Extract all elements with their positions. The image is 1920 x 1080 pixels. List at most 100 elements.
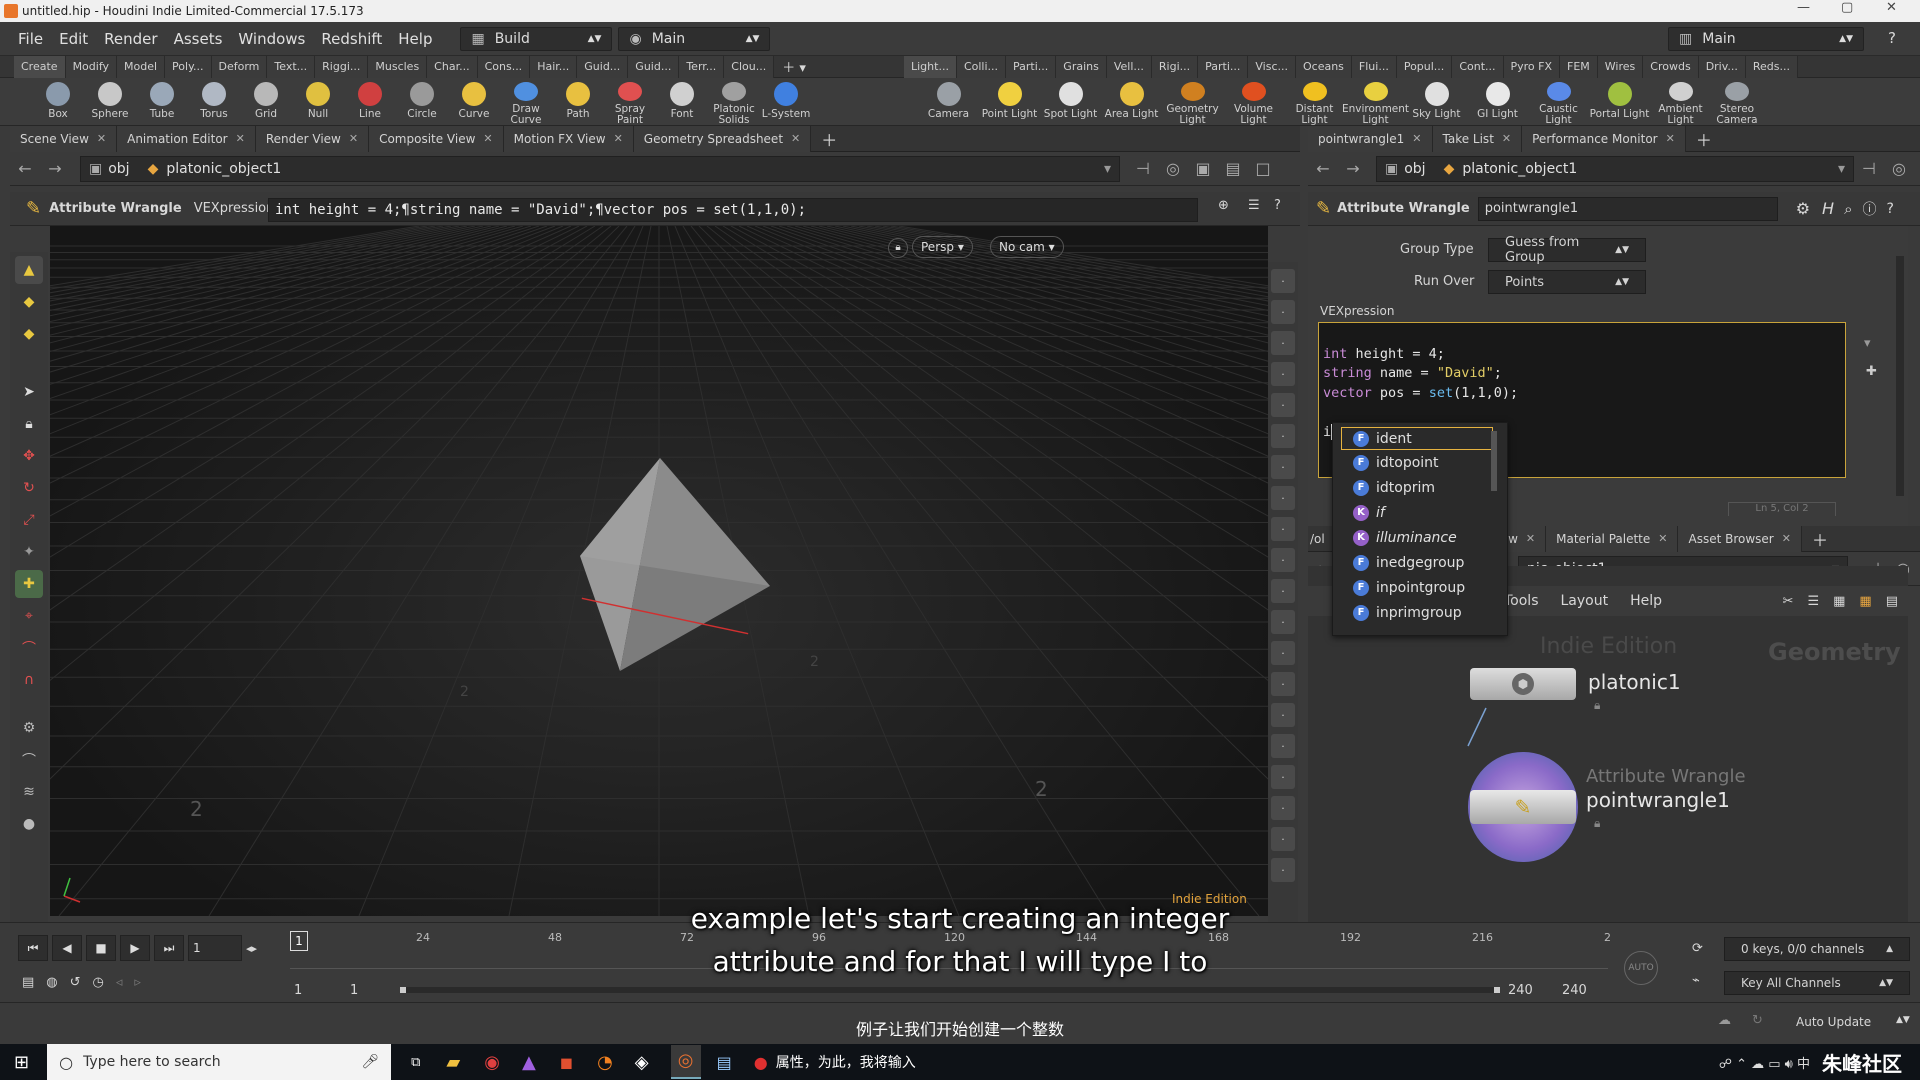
range-end-field-2[interactable]: 240: [1562, 983, 1587, 998]
shelf-tab[interactable]: Oceans: [1296, 55, 1352, 78]
shelf-tab[interactable]: Terr...: [679, 55, 725, 78]
shelf-tab[interactable]: Light...: [904, 55, 957, 78]
display-options-icon[interactable]: ▣: [1188, 156, 1218, 182]
notepad-icon[interactable]: ▤: [717, 1053, 732, 1072]
shelf-tool-volume-light[interactable]: Volume Light: [1223, 78, 1284, 126]
light2-icon[interactable]: ·: [1271, 455, 1295, 479]
shelf-tool-curve[interactable]: Curve: [448, 78, 500, 126]
path-field[interactable]: ▣ obj ◆ platonic_object1 ▾: [1376, 155, 1854, 182]
h-icon[interactable]: H: [1822, 199, 1834, 218]
menu-redshift[interactable]: Redshift: [313, 30, 390, 48]
shelf-tool-area-light[interactable]: Area Light: [1101, 78, 1162, 126]
magnet-icon[interactable]: ∩: [15, 666, 43, 694]
shelf-tab[interactable]: Parti...: [1006, 55, 1057, 78]
range-slider[interactable]: [400, 987, 1500, 993]
lock-icon[interactable]: ·: [1271, 331, 1295, 355]
close-icon[interactable]: ✕: [1886, 0, 1897, 15]
tab-scene-view[interactable]: Scene View ✕: [10, 125, 118, 152]
tray-icons[interactable]: ☍ ⌃ ☁ ▭ 🔊︎ 中: [1719, 1053, 1810, 1072]
close-tab-icon[interactable]: ✕: [1502, 126, 1511, 152]
shelf-tool-geometry-light[interactable]: Geometry Light: [1162, 78, 1223, 126]
minimize-icon[interactable]: —: [1797, 0, 1810, 15]
pin-icon[interactable]: ⊣: [1854, 156, 1884, 182]
autocomplete-item[interactable]: Fident: [1341, 427, 1493, 450]
shelf-tool-sky-light[interactable]: Sky Light: [1406, 78, 1467, 126]
menu-edit[interactable]: Edit: [51, 30, 96, 48]
back-icon[interactable]: ←: [1308, 156, 1338, 182]
tab-animation-editor[interactable]: Animation Editor ✕: [117, 125, 256, 152]
autocomplete-item[interactable]: Finprimgroup: [1333, 600, 1507, 625]
tab-composite-view[interactable]: Composite View ✕: [369, 125, 504, 152]
sphere-view-icon[interactable]: ●: [15, 810, 43, 838]
task-view-icon[interactable]: ⧉: [411, 1055, 420, 1070]
tab-motion-fx-view[interactable]: Motion FX View ✕: [503, 125, 634, 152]
shelf-tab[interactable]: Colli...: [956, 55, 1007, 78]
houdini-taskbar-icon[interactable]: ◎: [670, 1045, 701, 1079]
windows-start-icon[interactable]: ⊞: [14, 1052, 29, 1073]
recorder-icon[interactable]: ●: [754, 1053, 768, 1072]
autocomplete-item[interactable]: Finpointgroup: [1333, 575, 1507, 600]
tab-material-palette[interactable]: Material Palette ✕: [1546, 525, 1679, 552]
link-icon[interactable]: ◎: [1884, 156, 1914, 182]
shelf-tool-platonic-solids[interactable]: Platonic Solids: [708, 78, 760, 126]
add-tab-icon[interactable]: ＋: [1686, 127, 1722, 151]
autocomplete-item[interactable]: Kif: [1333, 500, 1507, 525]
knife-icon[interactable]: ·: [1271, 827, 1295, 851]
view-icon[interactable]: ⚙: [15, 714, 43, 742]
shelf-tool-camera[interactable]: Camera: [918, 78, 979, 126]
arrow-icon[interactable]: ➤: [15, 378, 43, 406]
autocomplete-item[interactable]: Finedgegroup: [1333, 550, 1507, 575]
add-tab-icon[interactable]: ＋: [811, 127, 847, 151]
select-points-icon[interactable]: ◆: [15, 288, 43, 316]
shelf-tool-gi-light[interactable]: GI Light: [1467, 78, 1528, 126]
forward-icon[interactable]: →: [1338, 156, 1368, 182]
shelf-tab[interactable]: Visc...: [1248, 55, 1296, 78]
shelf-tab[interactable]: Deform: [211, 55, 268, 78]
tab-pointwrangle1[interactable]: pointwrangle1 ✕: [1308, 125, 1433, 152]
ghost-icon[interactable]: ·: [1271, 362, 1295, 386]
forward-icon[interactable]: →: [40, 156, 70, 182]
dot-icon[interactable]: ·: [1271, 610, 1295, 634]
brush-icon[interactable]: ⌒: [15, 634, 43, 662]
select-prims-icon[interactable]: ◆: [15, 320, 43, 348]
shelf-tool-null[interactable]: Null: [292, 78, 344, 126]
camera-menu[interactable]: No cam ▾: [990, 236, 1064, 258]
back-icon[interactable]: ←: [10, 156, 40, 182]
display-icon[interactable]: ·: [1271, 300, 1295, 324]
shelf-tab[interactable]: Cons...: [477, 55, 531, 78]
close-tab-icon[interactable]: ✕: [236, 126, 245, 152]
tab-geometry-spreadsheet[interactable]: Geometry Spreadsheet ✕: [633, 125, 812, 152]
shelf-tool-spot-light[interactable]: Spot Light: [1040, 78, 1101, 126]
add-spare-icon[interactable]: ✚: [1866, 364, 1877, 379]
app-red-icon[interactable]: ◼: [560, 1053, 573, 1072]
tab-render-view[interactable]: Render View ✕: [255, 125, 370, 152]
taskbar-search-box[interactable]: ○ Type here to search 🎤︎: [47, 1044, 392, 1080]
close-tab-icon[interactable]: ✕: [349, 126, 358, 152]
shelf-tool-spray-paint[interactable]: Spray Paint: [604, 78, 656, 126]
range-start-field-2[interactable]: 1: [350, 983, 358, 998]
shelf-tool-circle[interactable]: Circle: [396, 78, 448, 126]
tab-take-list[interactable]: Take List ✕: [1432, 125, 1523, 152]
group-type-menu[interactable]: Guess from Group ▲▼: [1488, 235, 1646, 265]
grid-snap-icon[interactable]: ·: [1271, 796, 1295, 820]
scene-viewport[interactable]: 2 2 2 2 🔒︎ Persp ▾ No cam ▾ Indie Editio…: [50, 226, 1268, 916]
shelf-tab[interactable]: Pyro FX: [1503, 55, 1561, 78]
menu-windows[interactable]: Windows: [230, 30, 313, 48]
handle-options-icon[interactable]: ⊕: [1218, 198, 1229, 213]
affinity-icon[interactable]: ▲: [522, 1052, 536, 1073]
ruler-icon[interactable]: ·: [1271, 672, 1295, 696]
tab-partial[interactable]: /ol: [1308, 532, 1331, 546]
shelf-tab[interactable]: Char...: [427, 55, 478, 78]
layers-icon[interactable]: ≋: [15, 778, 43, 806]
sphere-icon[interactable]: ·: [1271, 393, 1295, 417]
persp-menu[interactable]: Persp ▾: [912, 236, 973, 258]
close-tab-icon[interactable]: ✕: [614, 126, 623, 152]
maximize-icon[interactable]: ▢: [1841, 0, 1853, 15]
file-explorer-icon[interactable]: ▰: [446, 1052, 460, 1073]
viewport-layout-icon[interactable]: □: [1248, 156, 1278, 182]
close-tab-icon[interactable]: ✕: [1666, 126, 1675, 152]
flag-icon[interactable]: ·: [1271, 548, 1295, 572]
orbit-icon[interactable]: ⌒: [15, 746, 43, 774]
shelf-tab[interactable]: Popul...: [1396, 55, 1453, 78]
shelf-tab[interactable]: Muscles: [368, 55, 428, 78]
